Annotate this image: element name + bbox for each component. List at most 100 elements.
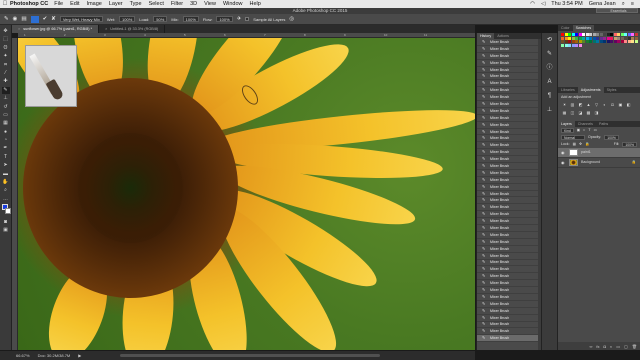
history-item[interactable]: ✎ Mixer Brush xyxy=(477,156,541,164)
add-mask-icon[interactable]: ◘ xyxy=(604,344,606,349)
menu-type[interactable]: Type xyxy=(130,1,142,7)
history-item[interactable]: ✎ Mixer Brush xyxy=(477,315,541,322)
history-item[interactable]: ✎ Mixer Brush xyxy=(477,280,541,288)
adjustment-icon[interactable]: ◫ xyxy=(570,110,575,115)
visibility-eye-icon[interactable]: ◉ xyxy=(561,160,566,165)
history-item[interactable]: ✎ Mixer Brush xyxy=(477,232,541,239)
brush-tool-icon[interactable]: ✎ xyxy=(1,86,10,94)
adjustment-icon[interactable]: ▦ xyxy=(562,110,567,115)
history-item[interactable]: ✎ Mixer Brush xyxy=(477,142,541,150)
apple-menu-icon[interactable]:  xyxy=(0,1,10,7)
history-item[interactable]: ✎ Mixer Brush xyxy=(477,122,541,129)
eyedropper-tool-icon[interactable]: ⁄ xyxy=(2,70,10,77)
history-item[interactable]: ✎ Mixer Brush xyxy=(477,301,541,308)
quick-mask-icon[interactable]: ◙ xyxy=(2,219,10,226)
adjustment-icon[interactable]: ◪ xyxy=(578,110,583,115)
layer-row-background[interactable]: ◉ Background 🔒 xyxy=(558,158,640,168)
tab-actions[interactable]: Actions xyxy=(494,33,512,39)
fx-icon[interactable]: fx xyxy=(596,344,599,349)
zoom-tool-icon[interactable]: ⌕ xyxy=(2,187,10,194)
menu-file[interactable]: File xyxy=(54,1,63,7)
history-item[interactable]: ✎ Mixer Brush xyxy=(477,211,541,219)
mixer-brush-tool-icon[interactable]: ✎ xyxy=(4,16,9,22)
link-layers-icon[interactable]: ∞ xyxy=(590,344,593,349)
history-item[interactable]: ✎ Mixer Brush xyxy=(477,115,541,122)
info-panel-icon[interactable]: ⓘ xyxy=(545,64,554,72)
airbrush-icon[interactable]: ✈ xyxy=(237,16,242,22)
menu-select[interactable]: Select xyxy=(149,1,164,7)
eraser-tool-icon[interactable]: ▭ xyxy=(2,112,10,119)
clock[interactable]: Thu 3:54 PM xyxy=(551,1,583,7)
path-select-tool-icon[interactable]: ➤ xyxy=(2,162,10,169)
tab-channels[interactable]: Channels xyxy=(575,121,596,127)
lock-pixels-icon[interactable]: ▦ xyxy=(573,142,576,146)
history-item[interactable]: ✎ Mixer Brush xyxy=(477,101,541,108)
visibility-eye-icon[interactable]: ◉ xyxy=(561,150,566,155)
menu-view[interactable]: View xyxy=(204,1,216,7)
adjustment-icon[interactable]: ▥ xyxy=(570,102,575,107)
tab-history[interactable]: History xyxy=(477,33,495,39)
tab-swatches[interactable]: Swatches xyxy=(572,25,595,31)
menu-image[interactable]: Image xyxy=(87,1,102,7)
history-item[interactable]: ✎ Mixer Brush xyxy=(477,239,541,246)
brush-panel-icon[interactable]: ✎ xyxy=(545,50,554,58)
history-brush-tool-icon[interactable]: ↺ xyxy=(2,104,10,111)
menu-layer[interactable]: Layer xyxy=(109,1,123,7)
lasso-tool-icon[interactable]: ʘ xyxy=(2,45,10,52)
history-item[interactable]: ✎ Mixer Brush xyxy=(477,225,541,232)
quick-select-tool-icon[interactable]: ✦ xyxy=(2,53,10,60)
flow-field[interactable]: 100% xyxy=(216,16,233,22)
history-item[interactable]: ✎ Mixer Brush xyxy=(477,191,541,198)
lock-all-icon[interactable]: 🔒 xyxy=(585,142,589,146)
history-item[interactable]: ✎ Mixer Brush xyxy=(477,46,541,53)
hand-tool-icon[interactable]: ✋ xyxy=(2,179,10,186)
mix-field[interactable]: 100% xyxy=(182,16,199,22)
load-brush-icon[interactable]: ✔ xyxy=(43,16,48,22)
history-item[interactable]: ✎ Mixer Brush xyxy=(477,246,541,253)
filter-pixel-icon[interactable]: ▣ xyxy=(577,128,580,132)
filter-adjust-icon[interactable]: ◐ xyxy=(583,128,585,132)
status-arrow-icon[interactable]: ▶ xyxy=(78,353,81,358)
document-canvas[interactable] xyxy=(18,38,475,350)
history-item[interactable]: ✎ Mixer Brush xyxy=(477,149,541,157)
dodge-tool-icon[interactable]: ◔ xyxy=(2,137,10,144)
blend-preset-select[interactable]: Very Wet, Heavy Mix xyxy=(59,16,103,22)
adjustment-icon[interactable]: ⚖ xyxy=(610,102,615,107)
history-item[interactable]: ✎ Mixer Brush xyxy=(477,253,541,260)
adjustment-icon[interactable]: ◨ xyxy=(594,110,599,115)
history-panel-icon[interactable]: ⟲ xyxy=(545,36,554,44)
background-color-swatch[interactable] xyxy=(4,207,11,214)
move-tool-icon[interactable]: ✥ xyxy=(2,28,10,35)
history-item[interactable]: ✎ Mixer Brush xyxy=(477,294,541,301)
menu-filter[interactable]: Filter xyxy=(171,1,183,7)
horizontal-scrollbar[interactable] xyxy=(120,354,380,357)
notification-icon[interactable]: ≡ xyxy=(631,1,634,7)
history-item[interactable]: ✎ Mixer Brush xyxy=(477,108,541,115)
history-item[interactable]: ✎ Mixer Brush xyxy=(477,322,541,329)
menu-help[interactable]: Help xyxy=(250,1,261,7)
lock-position-icon[interactable]: ✥ xyxy=(579,142,582,146)
workspace-switcher[interactable]: Essentials xyxy=(596,8,638,13)
history-item[interactable]: ✎ Mixer Brush xyxy=(477,129,541,136)
history-item[interactable]: ✎ Mixer Brush xyxy=(477,204,541,212)
tab-sunflower[interactable]: × sunflower.jpg @ 66.7% (paint1, RGB/8) … xyxy=(12,25,100,33)
pressure-icon[interactable]: ◎ xyxy=(289,16,294,22)
adjustment-icon[interactable]: ▩ xyxy=(586,110,591,115)
history-item[interactable]: ✎ Mixer Brush xyxy=(477,266,541,274)
character-panel-icon[interactable]: A xyxy=(545,78,554,86)
filter-shape-icon[interactable]: ▭ xyxy=(594,128,597,132)
adjustment-icon[interactable]: ▣ xyxy=(618,102,623,107)
history-item[interactable]: ✎ Mixer Brush xyxy=(477,80,541,88)
tab-paths[interactable]: Paths xyxy=(596,121,611,127)
menu-3d[interactable]: 3D xyxy=(190,1,197,7)
sample-all-layers-checkbox[interactable] xyxy=(245,17,250,21)
brush-tip-preview[interactable] xyxy=(25,45,77,107)
color-swatch[interactable] xyxy=(634,40,638,43)
blend-mode-select[interactable]: Normal xyxy=(561,134,585,140)
zoom-level[interactable]: 66.67% xyxy=(16,353,30,358)
new-adjustment-icon[interactable]: ◐ xyxy=(610,344,612,349)
history-item[interactable]: ✎ Mixer Brush xyxy=(477,60,541,67)
current-color-swatch[interactable] xyxy=(30,15,39,23)
color-swatch[interactable] xyxy=(578,43,582,47)
load-field[interactable]: 50% xyxy=(153,16,168,22)
